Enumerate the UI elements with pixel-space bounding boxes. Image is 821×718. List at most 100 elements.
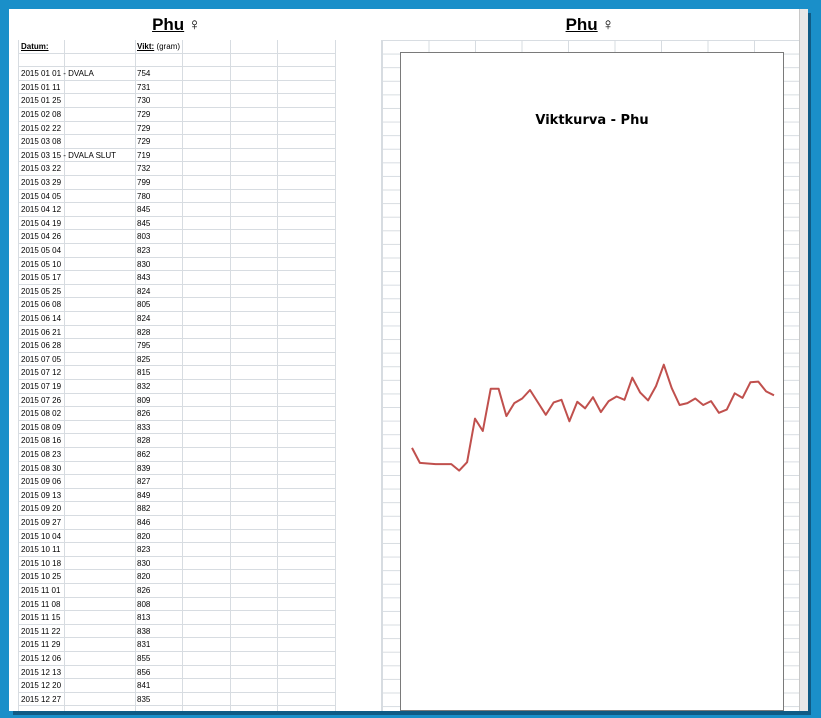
cell-weight: 845: [137, 218, 151, 228]
cell-weight: 754: [137, 69, 151, 79]
cell-date: 2015 09 06: [21, 477, 62, 487]
table-row: 2015 12 20 841: [19, 679, 335, 693]
cell-weight: 823: [137, 545, 151, 555]
chart-area[interactable]: Viktkurva - Phu: [400, 52, 784, 711]
cell-weight: 882: [137, 504, 151, 514]
cell-weight: 843: [137, 273, 151, 283]
header-date: Datum:: [21, 42, 49, 51]
cell-date: 2015 09 20: [21, 504, 62, 514]
weight-line-chart: [411, 363, 775, 472]
cell-date: 2015 11 15: [21, 613, 61, 623]
table-row: 2015 09 27 846: [19, 516, 335, 530]
cell-date: 2015 04 26: [21, 232, 62, 242]
weight-series-line: [411, 363, 775, 472]
cell-weight: 729: [137, 137, 151, 147]
table-row: 2015 07 26 809: [19, 394, 335, 408]
table-row: 2015 08 09 833: [19, 421, 335, 435]
table-row: 2015 08 16 828: [19, 434, 335, 448]
cell-weight: 833: [137, 422, 151, 432]
cell-weight: 813: [137, 613, 151, 623]
cell-date: 2015 03 08: [21, 137, 62, 147]
cell-date: 2015 08 16: [21, 436, 62, 446]
cell-date: 2015 07 26: [21, 395, 62, 405]
cell-date: 2015 07 19: [21, 382, 62, 391]
scrollbar[interactable]: [799, 9, 808, 711]
cell-date: 2015 08 30: [21, 463, 62, 473]
cell-weight: 827: [137, 477, 151, 487]
cell-date: 2015 08 09: [21, 422, 62, 432]
table-row: 2015 06 08 805: [19, 298, 335, 312]
table-row: 2015 12 06 855: [19, 652, 335, 666]
cell-date: 2015 06 28: [21, 341, 62, 351]
cell-weight: 730: [137, 96, 151, 106]
table-row: 2015 05 10 830: [19, 258, 335, 272]
table-row: 2015 12 13 856: [19, 666, 335, 680]
table-row: 2015 04 05 780: [19, 190, 335, 204]
table-row: 2015 03 29 799: [19, 176, 335, 190]
cell-date: 2015 10 18: [21, 558, 62, 568]
weight-table: Datum: Vikt: (gram) 2015 01 01 - DVALA 75…: [18, 40, 336, 711]
table-row: 2015 11 08 808: [19, 598, 335, 612]
cell-weight: 731: [137, 82, 151, 92]
table-row: 2015 10 18 830: [19, 557, 335, 571]
cell-weight: 856: [137, 667, 151, 677]
cell-date: 2015 09 27: [21, 518, 62, 527]
cell-date: 2015 12 06: [21, 654, 62, 663]
cell-weight: 824: [137, 286, 151, 296]
cell-weight: 832: [137, 382, 151, 391]
table-row: 2015 11 22 838: [19, 625, 335, 639]
table-row: 2015 09 06 827: [19, 475, 335, 489]
table-row: 2015 03 22 732: [19, 162, 335, 176]
cell-weight: 803: [137, 232, 151, 242]
cell-date: 2015 12 13: [21, 667, 62, 677]
cell-weight: 825: [137, 354, 151, 364]
table-row: 2015 06 14 824: [19, 312, 335, 326]
cell-weight: 729: [137, 123, 151, 133]
left-sheet-title: Phu ♀: [9, 15, 344, 41]
cell-weight: 841: [137, 681, 151, 691]
right-sheet-title: Phu ♀: [381, 15, 799, 41]
cell-weight: 780: [137, 191, 151, 201]
cell-date: 2015 01 11: [21, 82, 61, 92]
empty-row: [19, 54, 335, 68]
cell-date: 2015 04 19: [21, 218, 62, 228]
cell-date: 2015 05 17: [21, 273, 62, 283]
table-row: 2015 07 12 815: [19, 366, 335, 380]
table-row: 2015 06 21 828: [19, 326, 335, 340]
table-row: 2015 06 28 795: [19, 339, 335, 353]
cell-weight: 835: [137, 694, 151, 704]
cell-date: 2015 10 11: [21, 545, 61, 555]
table-row: 2015 11 29 831: [19, 638, 335, 652]
cell-weight: 830: [137, 259, 151, 269]
table-row: 2015 08 23 862: [19, 448, 335, 462]
table-header-row: Datum: Vikt: (gram): [19, 40, 335, 54]
table-row: 2015 01 01 - DVALA 754: [19, 67, 335, 81]
table-row: 2015 10 04 820: [19, 530, 335, 544]
cell-date: 2015 05 25: [21, 286, 62, 296]
cell-date: 2015 01 01 - DVALA: [21, 69, 94, 79]
cell-date: 2015 11 08: [21, 599, 61, 609]
cell-weight: 826: [137, 586, 151, 595]
table-row: 2015 03 15 - DVALA SLUT 719: [19, 149, 335, 163]
cell-weight: 830: [137, 558, 151, 568]
table-row: 2015 10 25 820: [19, 570, 335, 584]
table-row: 2015 05 25 824: [19, 285, 335, 299]
cell-date: 2015 10 04: [21, 531, 62, 541]
table-row: 2015 03 08 729: [19, 135, 335, 149]
table-row: 2015 11 15 813: [19, 611, 335, 625]
cell-weight: 815: [137, 368, 151, 378]
cell-weight: 826: [137, 409, 151, 419]
cell-date: 2015 12 27: [21, 694, 62, 704]
cell-weight: 845: [137, 205, 151, 215]
cell-date: 2015 12 20: [21, 681, 62, 691]
cell-weight: 855: [137, 654, 151, 663]
table-row: 2015 04 12 845: [19, 203, 335, 217]
table-row: 2015 05 04 823: [19, 244, 335, 258]
cell-date: 2015 07 05: [21, 354, 62, 364]
cell-weight: 846: [137, 518, 151, 527]
female-symbol-icon: ♀: [188, 15, 201, 34]
cell-date: 2015 01 25: [21, 96, 62, 106]
title-name: Phu: [152, 15, 185, 34]
table-row: 2015 08 02 826: [19, 407, 335, 421]
cell-weight: 838: [137, 626, 151, 636]
